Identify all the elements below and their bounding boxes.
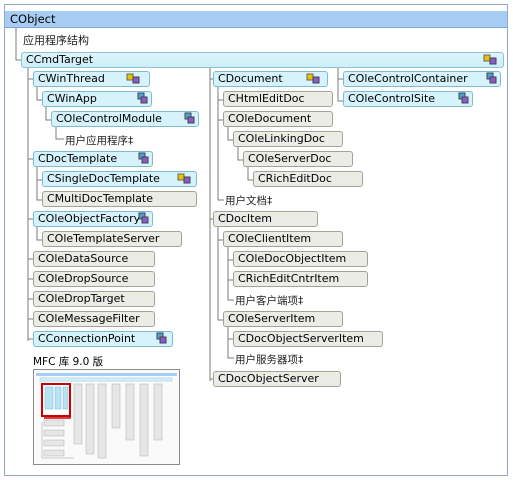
interface-map-icon (126, 73, 140, 84)
dispatch-map-icon (458, 92, 469, 104)
user-app-note: 用户应用程序‡ (65, 135, 134, 147)
cconnectionpoint-node[interactable]: CConnectionPoint (33, 331, 173, 347)
cmultidoctemplate-node[interactable]: CMultiDocTemplate (42, 191, 197, 207)
colecontrolmodule-label: COleControlModule (56, 112, 162, 125)
minimap-graphic (36, 373, 177, 459)
interface-map-icon (483, 54, 497, 65)
cdocitem-label: CDocItem (218, 212, 272, 225)
coletemplateserver-node[interactable]: COleTemplateServer (42, 231, 182, 247)
coledroptarget-node[interactable]: COleDropTarget (33, 291, 155, 307)
cricheditcntritem-label: CRichEditCntrItem (238, 272, 340, 285)
cricheditdoc-label: CRichEditDoc (258, 172, 332, 185)
coleserverdoc-node[interactable]: COleServerDoc (243, 151, 353, 167)
coletemplateserver-label: COleTemplateServer (47, 232, 160, 245)
coledroptarget-label: COleDropTarget (38, 292, 125, 305)
colecontrolmodule-node[interactable]: COleControlModule (51, 111, 199, 127)
dispatch-map-icon (138, 212, 149, 224)
cdocobjectserver-node[interactable]: CDocObjectServer (213, 371, 341, 387)
cdocobjectserveritem-label: CDocObjectServerItem (238, 332, 364, 345)
colelinkingdoc-label: COleLinkingDoc (238, 132, 325, 145)
coleobjectfactory-label: COleObjectFactory (38, 212, 141, 225)
colemessagefilter-label: COleMessageFilter (38, 312, 140, 325)
ccmdtarget-node[interactable]: CCmdTarget (21, 52, 504, 68)
user-doc-note: 用户文档‡ (225, 195, 273, 207)
coleclientitem-label: COleClientItem (228, 232, 312, 245)
colecontrolcontainer-label: COleControlContainer (348, 72, 468, 85)
colecontrolcontainer-node[interactable]: COleControlContainer (343, 71, 501, 87)
cdocobjectserver-label: CDocObjectServer (218, 372, 319, 385)
cdoctemplate-label: CDocTemplate (38, 152, 118, 165)
coledocobjectitem-label: COleDocObjectItem (238, 252, 347, 265)
csingledoctemplate-node[interactable]: CSingleDocTemplate (42, 171, 197, 187)
colecontrolsite-label: COleControlSite (348, 92, 436, 105)
coledatasource-node[interactable]: COleDataSource (33, 251, 155, 267)
dispatch-map-icon (156, 332, 167, 344)
cwinapp-label: CWinApp (47, 92, 97, 105)
csingledoctemplate-label: CSingleDocTemplate (47, 172, 160, 185)
cdocument-label: CDocument (218, 72, 283, 85)
cwinthread-label: CWinThread (38, 72, 105, 85)
user-client-item-note: 用户客户端项‡ (235, 295, 304, 307)
interface-map-icon (177, 173, 191, 184)
coledropsource-node[interactable]: COleDropSource (33, 271, 155, 287)
interface-map-icon (306, 73, 320, 84)
colemessagefilter-node[interactable]: COleMessageFilter (33, 311, 155, 327)
chtmleditdoc-label: CHtmlEditDoc (228, 92, 305, 105)
user-server-item-note: 用户服务器项‡ (235, 354, 304, 366)
cricheditcntritem-node[interactable]: CRichEditCntrItem (233, 271, 368, 287)
ccmdtarget-label: CCmdTarget (26, 53, 94, 66)
cricheditdoc-node[interactable]: CRichEditDoc (253, 171, 363, 187)
dispatch-map-icon (184, 112, 195, 124)
coledropsource-label: COleDropSource (38, 272, 129, 285)
cdocitem-node[interactable]: CDocItem (213, 211, 318, 227)
coleclientitem-node[interactable]: COleClientItem (223, 231, 343, 247)
dispatch-map-icon (486, 72, 497, 84)
dispatch-map-icon (137, 92, 148, 104)
coleserveritem-label: COleServerItem (228, 312, 316, 325)
colecontrolsite-node[interactable]: COleControlSite (343, 91, 473, 107)
colelinkingdoc-node[interactable]: COleLinkingDoc (233, 131, 343, 147)
coledocument-node[interactable]: COleDocument (223, 111, 333, 127)
minimap-thumbnail[interactable] (33, 369, 180, 465)
cconnectionpoint-label: CConnectionPoint (38, 332, 136, 345)
chtmleditdoc-node[interactable]: CHtmlEditDoc (223, 91, 333, 107)
coledocobjectitem-node[interactable]: COleDocObjectItem (233, 251, 368, 267)
coleserveritem-node[interactable]: COleServerItem (223, 311, 343, 327)
minimap-label: MFC 库 9.0 版 (33, 356, 104, 368)
dispatch-map-icon (138, 152, 149, 164)
coledocument-label: COleDocument (228, 112, 312, 125)
coleserverdoc-label: COleServerDoc (248, 152, 332, 165)
cmultidoctemplate-label: CMultiDocTemplate (47, 192, 154, 205)
cdocobjectserveritem-node[interactable]: CDocObjectServerItem (233, 331, 383, 347)
coledatasource-label: COleDataSource (38, 252, 129, 265)
